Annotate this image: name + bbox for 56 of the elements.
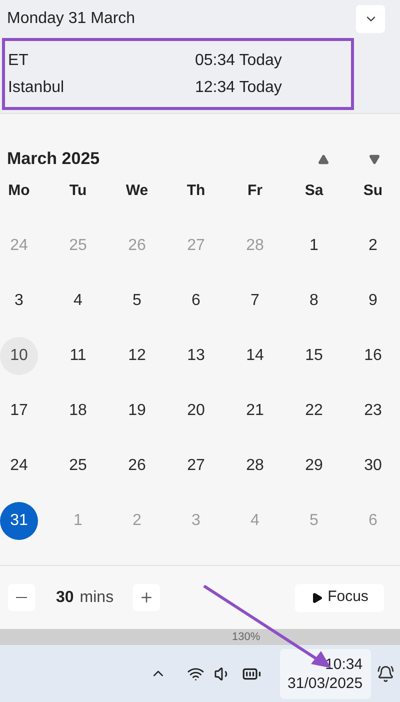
calendar-day[interactable]: 28 bbox=[236, 446, 274, 484]
weekday-label: Tu bbox=[69, 180, 87, 201]
weekday-label: Fr bbox=[248, 180, 262, 201]
calendar-day[interactable]: 11 bbox=[59, 336, 97, 374]
calendar-day[interactable]: 10 bbox=[0, 336, 38, 374]
calendar-day[interactable]: 14 bbox=[236, 336, 274, 374]
clock-time: 05:34 Today bbox=[195, 50, 282, 70]
play-icon bbox=[310, 592, 323, 604]
calendar-day[interactable]: 12 bbox=[118, 336, 156, 374]
calendar-day[interactable]: 19 bbox=[118, 392, 156, 430]
clock-button[interactable]: 10:34 31/03/2025 bbox=[280, 648, 371, 698]
clock-name: ET bbox=[8, 50, 30, 70]
month-heading: March 2025 bbox=[7, 148, 100, 170]
plus-icon bbox=[138, 590, 154, 605]
weekday-label: Sa bbox=[304, 180, 324, 201]
duration-unit: mins bbox=[80, 588, 114, 608]
calendar-day[interactable]: 7 bbox=[236, 282, 274, 320]
weekday-label: Mo bbox=[8, 180, 30, 201]
calendar-day[interactable]: 26 bbox=[118, 446, 156, 484]
calendar-day[interactable]: 31 bbox=[0, 502, 38, 540]
calendar-day[interactable]: 20 bbox=[177, 392, 215, 430]
calendar-day[interactable]: 6 bbox=[177, 282, 215, 320]
calendar-day[interactable]: 9 bbox=[354, 282, 392, 320]
notification-bell-icon[interactable] bbox=[376, 664, 394, 682]
calendar-day[interactable]: 21 bbox=[236, 392, 274, 430]
previous-month-icon[interactable] bbox=[318, 154, 329, 164]
weekday-label: We bbox=[126, 180, 148, 201]
calendar-day[interactable]: 4 bbox=[59, 282, 97, 320]
calendar-day[interactable]: 27 bbox=[177, 446, 215, 484]
calendar-day[interactable]: 5 bbox=[118, 282, 156, 320]
calendar-day[interactable]: 2 bbox=[354, 226, 392, 264]
duration-value: 30 bbox=[56, 588, 74, 608]
clock-name: Istanbul bbox=[8, 78, 66, 98]
calendar-day[interactable]: 13 bbox=[177, 336, 215, 374]
calendar-day[interactable]: 1 bbox=[295, 226, 333, 264]
minus-icon bbox=[16, 596, 27, 598]
weekday-label: Th bbox=[186, 180, 206, 201]
weekday-label: Su bbox=[363, 180, 383, 201]
zoom-level: 130% bbox=[232, 632, 260, 642]
calendar-day[interactable]: 3 bbox=[0, 282, 38, 320]
next-month-icon[interactable] bbox=[369, 154, 380, 164]
calendar-day[interactable]: 23 bbox=[354, 392, 392, 430]
calendar-day[interactable]: 22 bbox=[295, 392, 333, 430]
clock-time: 12:34 Today bbox=[195, 78, 282, 98]
calendar-day[interactable]: 29 bbox=[295, 446, 333, 484]
calendar-day[interactable]: 17 bbox=[0, 392, 38, 430]
date-heading: Monday 31 March bbox=[7, 9, 136, 29]
increase-button[interactable] bbox=[132, 584, 160, 611]
focus-button[interactable]: Focus bbox=[295, 584, 384, 612]
calendar-day[interactable]: 16 bbox=[354, 336, 392, 374]
calendar-day[interactable]: 15 bbox=[295, 336, 333, 374]
calendar-day[interactable]: 24 bbox=[0, 446, 38, 484]
calendar-day[interactable]: 25 bbox=[59, 446, 97, 484]
calendar-day[interactable]: 8 bbox=[295, 282, 333, 320]
calendar-day[interactable]: 18 bbox=[59, 392, 97, 430]
calendar-day[interactable]: 30 bbox=[354, 446, 392, 484]
